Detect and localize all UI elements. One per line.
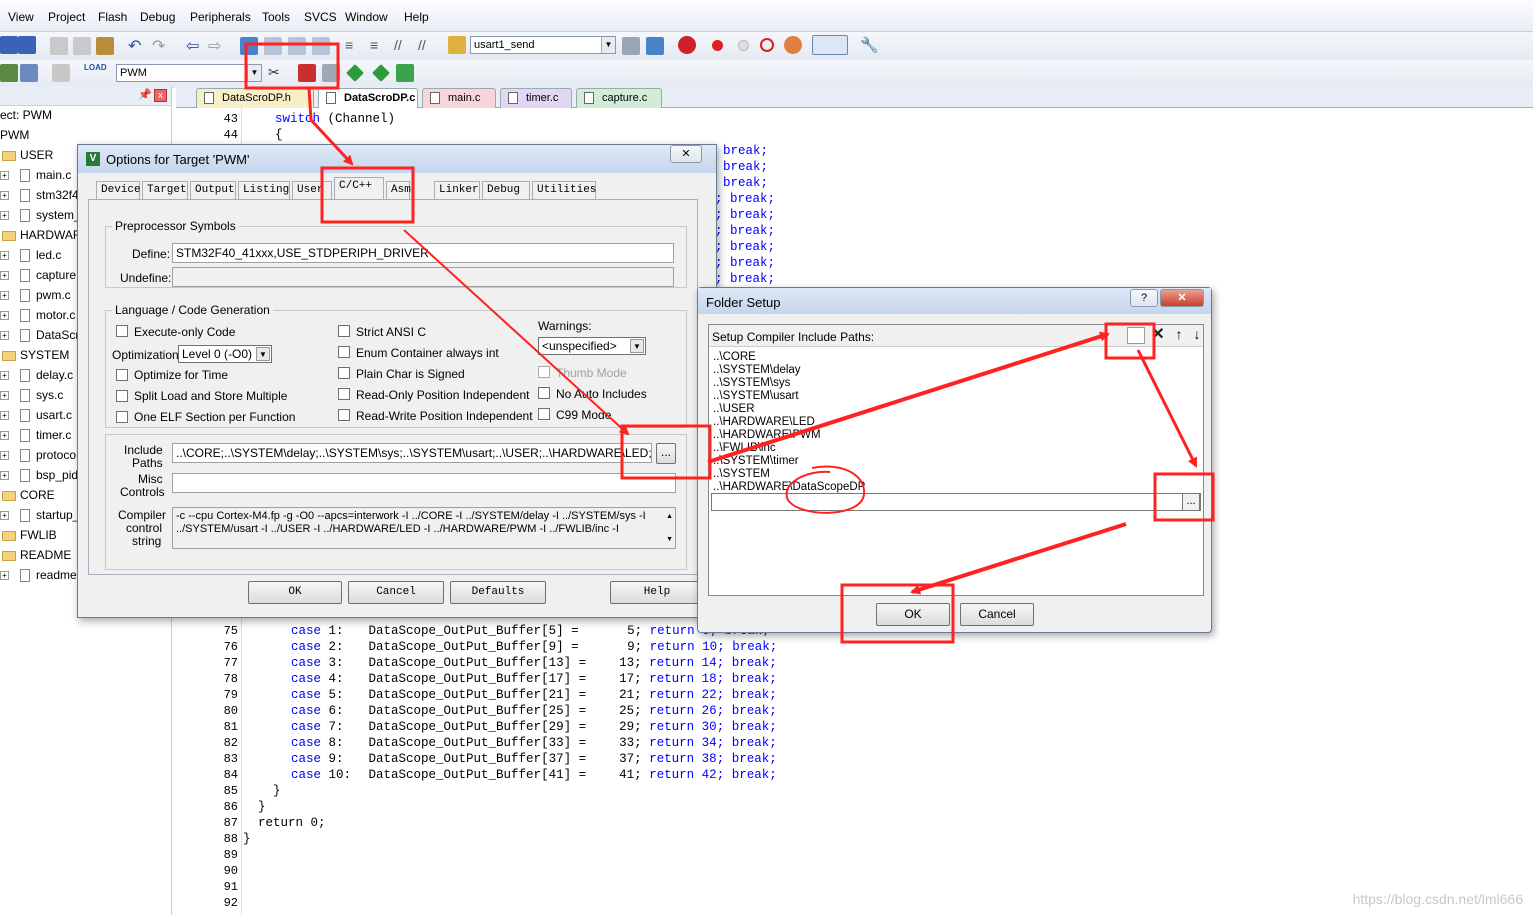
annotation-overlay [244,42,1215,644]
annotation-arrow-2 [403,229,630,436]
annotation-box-new-folder [1104,322,1156,360]
annotation-arrow-3 [707,331,1110,464]
annotation-circle-datascopedp [785,465,866,514]
annotation-arrow-5 [910,522,1127,595]
annotation-box-include-browse [620,424,712,480]
tab-cc[interactable]: C/C++ [334,177,384,199]
annotation-arrow-1 [307,87,354,166]
annotation-box-path-browse [1153,472,1215,522]
annotation-box-ok [840,583,955,644]
annotation-arrow-4 [1136,349,1198,468]
annotation-box-target-options [244,42,340,90]
watermark: https://blog.csdn.net/lml666 [1352,891,1523,907]
